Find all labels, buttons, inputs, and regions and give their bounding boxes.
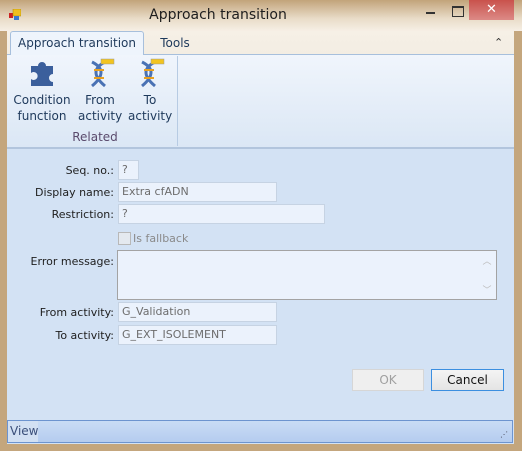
ok-button[interactable]: OK (352, 369, 424, 391)
dna-activity-icon (141, 58, 165, 88)
resize-grip-icon[interactable]: ⋰ (500, 430, 510, 440)
error-message-label: Error message: (30, 255, 114, 268)
window-title: Approach transition (149, 7, 287, 23)
from-activity-label: From activity: (39, 306, 114, 319)
collapse-ribbon-icon[interactable]: ⌃ (494, 36, 503, 49)
status-view-label[interactable]: View (8, 421, 38, 442)
group-label-related: Related (72, 130, 118, 144)
button-label: From (85, 93, 115, 107)
cancel-button[interactable]: Cancel (431, 369, 504, 391)
button-label: To (143, 93, 157, 107)
condition-function-button[interactable]: Condition function (13, 58, 71, 124)
seq-field[interactable]: ? (118, 160, 139, 180)
display-name-field[interactable]: Extra cfADN (118, 182, 277, 202)
scroll-down-icon[interactable]: ﹀ (478, 283, 496, 296)
tab-tools[interactable]: Tools (150, 31, 200, 55)
to-activity-field[interactable]: G_EXT_ISOLEMENT (118, 325, 277, 345)
from-activity-button[interactable]: From activity (78, 58, 122, 124)
button-label: activity (128, 109, 173, 123)
from-activity-field[interactable]: G_Validation (118, 302, 277, 322)
to-activity-label: To activity: (55, 329, 114, 342)
status-bar (7, 420, 513, 443)
button-label: activity (78, 109, 123, 123)
restriction-label: Restriction: (51, 208, 114, 221)
button-label: function (17, 109, 67, 123)
button-label: Condition (13, 93, 71, 107)
seq-label: Seq. no.: (65, 164, 114, 177)
restriction-field[interactable]: ? (118, 204, 325, 224)
close-button[interactable]: ✕ (469, 0, 514, 20)
error-message-field[interactable] (117, 250, 497, 300)
to-activity-button[interactable]: To activity (128, 58, 172, 124)
error-scrollbar[interactable]: ︿ ﹀ (478, 251, 496, 299)
is-fallback-label: Is fallback (133, 232, 189, 245)
is-fallback-checkbox[interactable] (118, 232, 131, 245)
tab-approach-transition[interactable]: Approach transition (10, 31, 144, 55)
display-name-label: Display name: (35, 186, 114, 199)
maximize-button[interactable] (446, 2, 470, 18)
minimize-button[interactable] (418, 6, 444, 20)
dna-activity-icon (91, 58, 115, 88)
group-separator (177, 56, 178, 146)
puzzle-icon (31, 62, 53, 86)
scroll-up-icon[interactable]: ︿ (478, 254, 496, 267)
